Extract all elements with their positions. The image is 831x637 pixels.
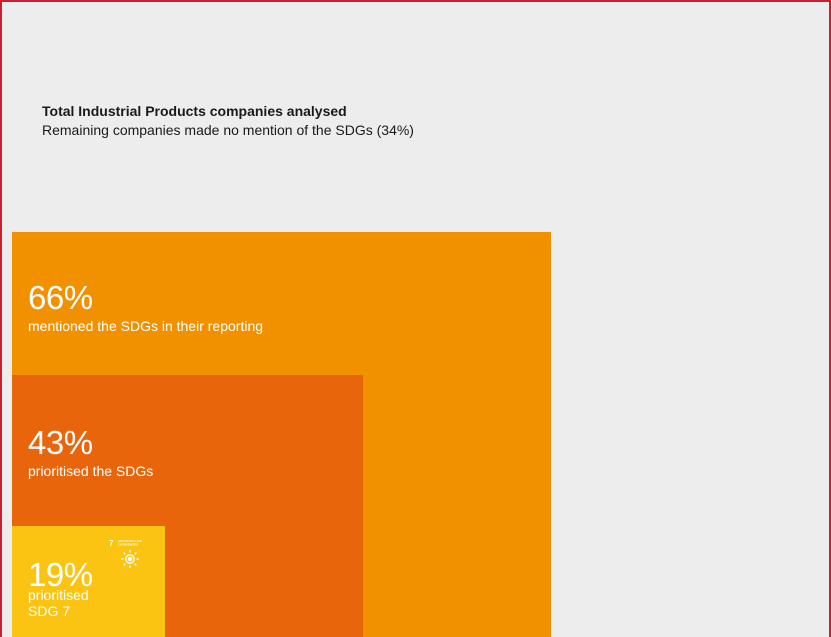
chart-subtitle: Remaining companies made no mention of t… xyxy=(42,122,414,138)
percent-label-prioritised: 43% xyxy=(28,424,93,461)
desc-label-mentioned: mentioned the SDGs in their reporting xyxy=(28,318,264,334)
svg-text:AFFORDABLE AND: AFFORDABLE AND xyxy=(118,539,142,543)
box-prioritised-sdg7: 19% prioritised SDG 7 7 AFFORDABLE AND C… xyxy=(12,526,165,637)
chart-frame: Total Industrial Products companies anal… xyxy=(0,0,831,637)
sdg7-sun-icon: 7 AFFORDABLE AND CLEAN ENERGY xyxy=(109,539,142,568)
sdg7-number: 7 xyxy=(109,539,114,548)
chart-header: Total Industrial Products companies anal… xyxy=(42,102,414,140)
percent-label-mentioned: 66% xyxy=(28,279,93,316)
desc-label-prioritised: prioritised the SDGs xyxy=(28,463,154,479)
svg-text:CLEAN ENERGY: CLEAN ENERGY xyxy=(118,543,139,547)
chart-title: Total Industrial Products companies anal… xyxy=(42,103,347,119)
desc-label-sdg7: prioritised SDG 7 xyxy=(28,587,89,619)
